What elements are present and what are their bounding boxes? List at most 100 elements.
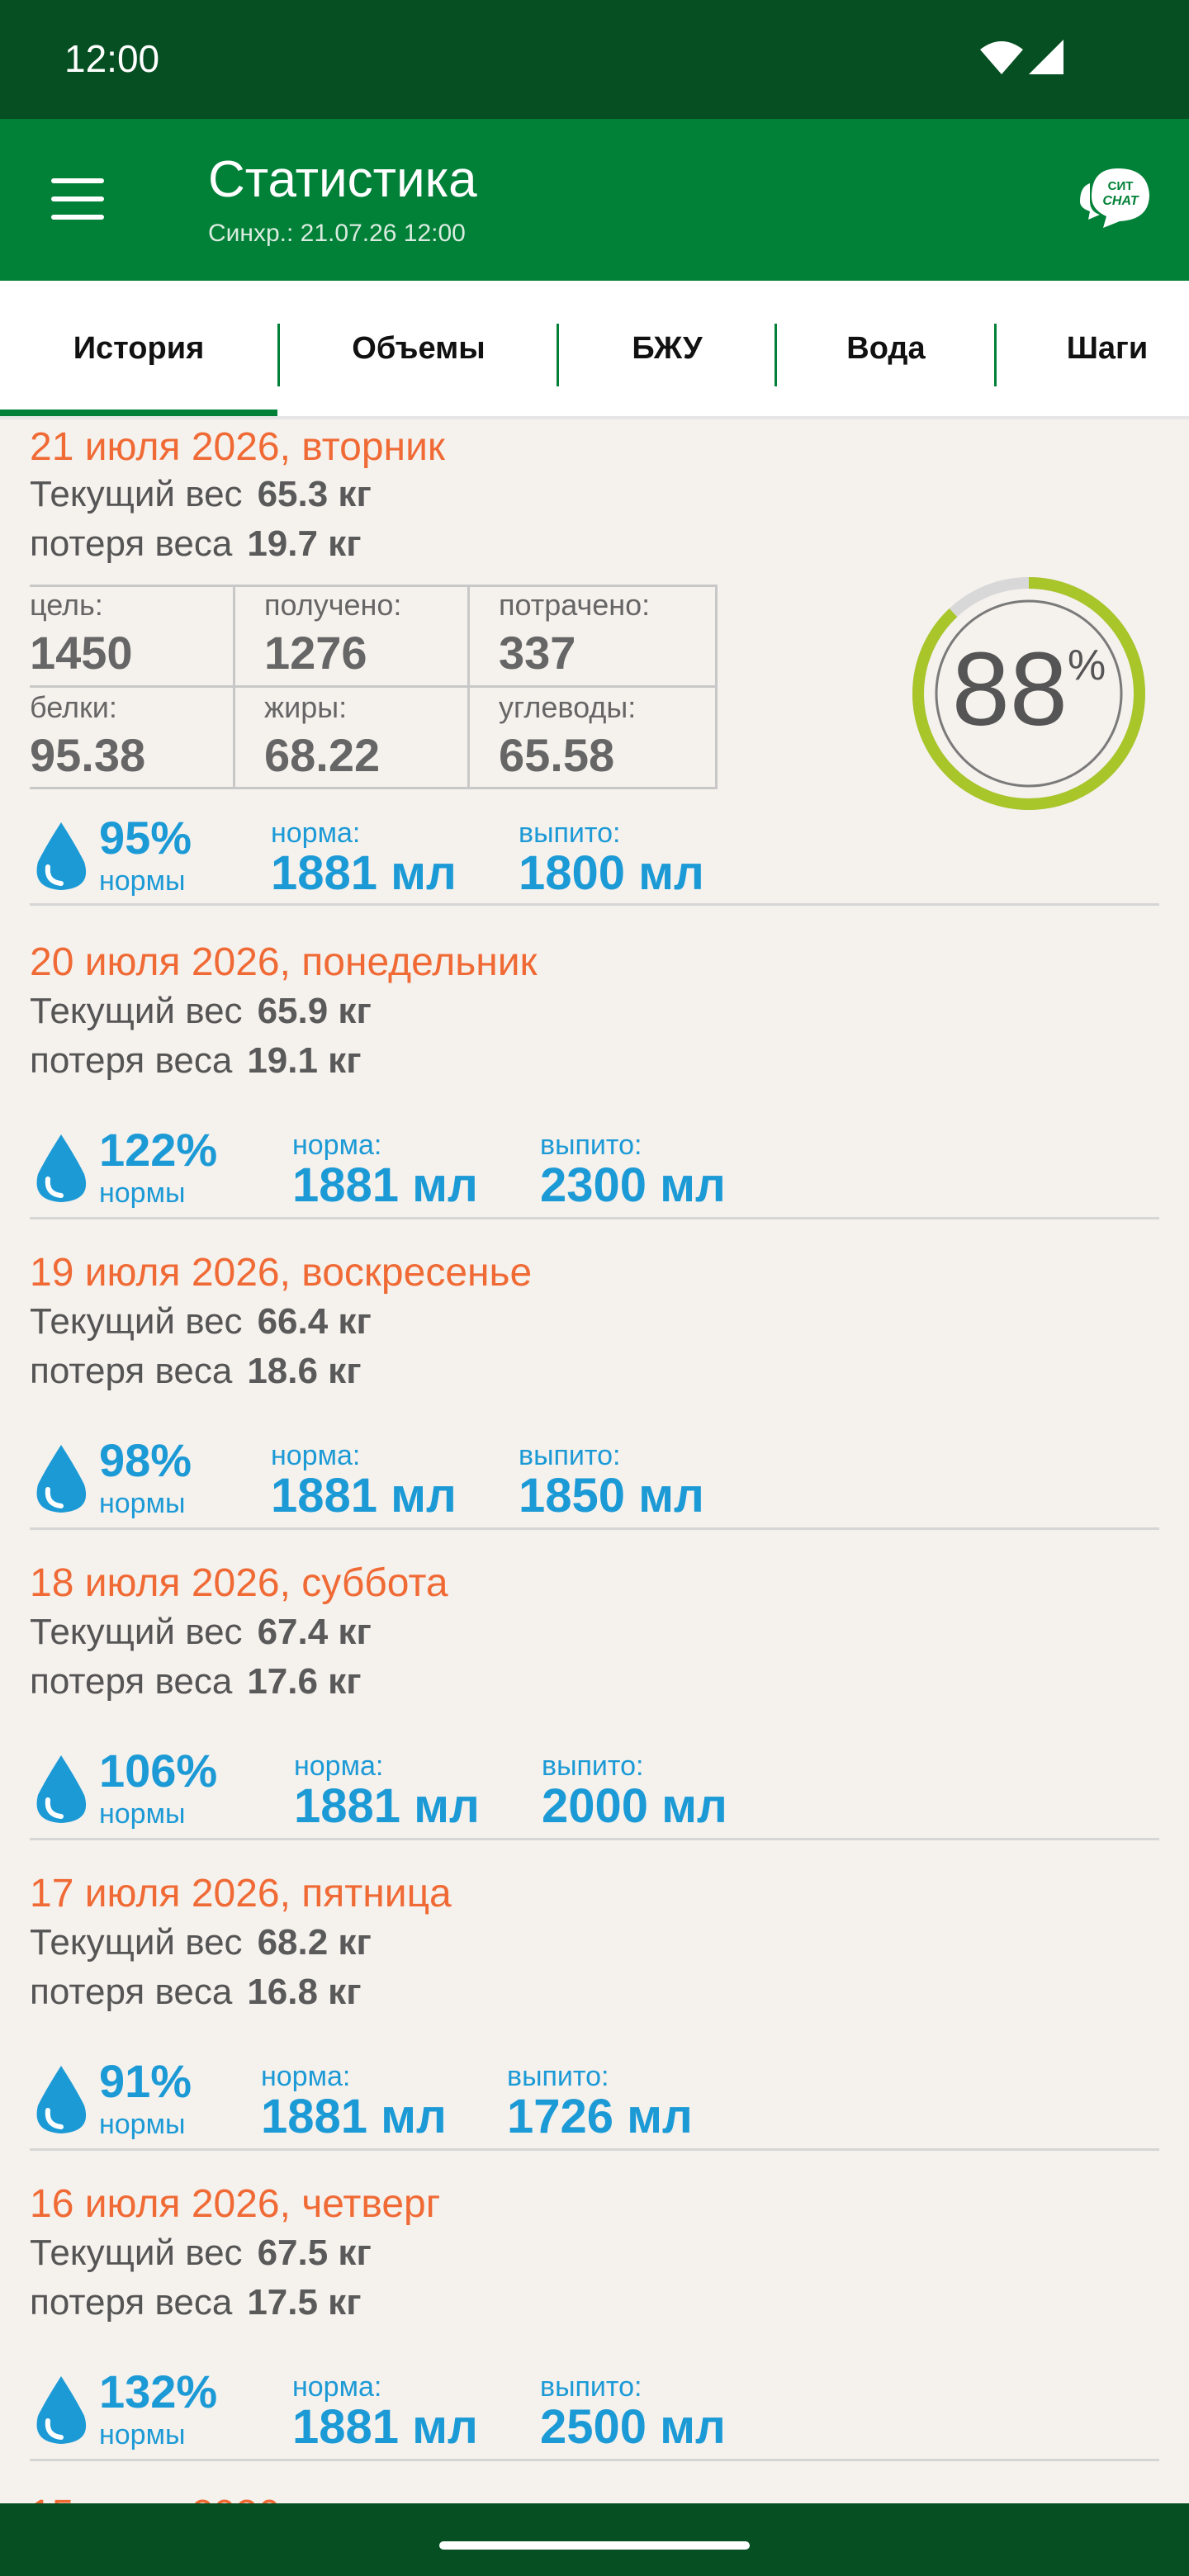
app-bar: Статистика Синхр.: 21.07.26 12:00 СИТ CH… — [0, 119, 1189, 281]
water-summary: 106% нормы норма: 1881 мл выпито: 2000 м… — [30, 1744, 1159, 1835]
drunk-value: 2000 мл — [542, 1779, 727, 1833]
weight-loss-row: потеря веса 19.7 кг — [30, 523, 362, 565]
tab-bar: История Объемы БЖУ Вода Шаги — [0, 281, 1189, 419]
entry-date: 15 июля 2026 — [30, 2492, 280, 2503]
system-navigation-bar — [0, 2503, 1189, 2576]
water-drop-icon — [36, 1445, 87, 1513]
tab-history[interactable]: История — [0, 281, 277, 416]
water-norm-text: нормы — [99, 2419, 186, 2451]
weight-loss-row: потеря веса 18.6 кг — [30, 1351, 362, 1392]
entry-divider — [30, 2459, 1159, 2461]
status-time: 12:00 — [64, 37, 160, 80]
drunk-value: 2300 мл — [540, 1158, 726, 1212]
calorie-percent: 88% — [908, 629, 1149, 749]
water-norm-text: нормы — [99, 1177, 186, 1209]
norm-value: 1881 мл — [292, 1158, 478, 1212]
carbs-value: 65.58 — [499, 729, 615, 781]
weight-loss-row: потеря веса 16.8 кг — [30, 1972, 362, 2013]
water-percent: 95% — [99, 812, 192, 864]
drunk-value: 1726 мл — [507, 2090, 693, 2143]
weight-loss-value: 16.8 кг — [247, 1972, 362, 2012]
history-entry[interactable]: 19 июля 2026, воскресенье Текущий вес 66.… — [0, 1250, 1189, 1557]
water-summary: 91% нормы норма: 1881 мл выпито: 1726 мл — [30, 2054, 1159, 2145]
weight-loss-row: потеря веса 19.1 кг — [30, 1040, 362, 1082]
drunk-value: 1800 мл — [519, 846, 704, 900]
svg-text:СИТ: СИТ — [1108, 179, 1134, 193]
weight-loss-label: потеря веса — [30, 1661, 233, 1702]
current-weight-value: 67.5 кг — [257, 2233, 372, 2273]
entry-date: 18 июля 2026, суббота — [30, 1561, 448, 1605]
current-weight-label: Текущий вес — [30, 2233, 243, 2273]
entry-divider — [30, 2148, 1159, 2151]
signal-icon — [1029, 40, 1063, 74]
weight-loss-row: потеря веса 17.5 кг — [30, 2282, 362, 2323]
current-weight-label: Текущий вес — [30, 474, 243, 514]
water-drop-icon — [36, 1134, 87, 1202]
weight-loss-value: 19.1 кг — [247, 1040, 362, 1081]
nutrition-stats-grid: цель: 1450 получено: 1276 потрачено: 337… — [30, 585, 718, 789]
water-drop-icon — [36, 2376, 87, 2444]
tab-water[interactable]: Вода — [778, 281, 994, 416]
history-entry[interactable]: 15 июля 2026 — [0, 2492, 1189, 2503]
tab-volumes[interactable]: Объемы — [281, 281, 557, 416]
entry-date: 19 июля 2026, воскресенье — [30, 1251, 533, 1295]
current-weight-label: Текущий вес — [30, 1922, 243, 1963]
tab-separator — [775, 324, 777, 386]
history-list[interactable]: 21 июля 2026, вторник Текущий вес 65.3 кг… — [0, 419, 1189, 2503]
hamburger-menu-icon[interactable] — [51, 178, 111, 221]
entry-date: 17 июля 2026, пятница — [30, 1872, 452, 1915]
protein-label: белки: — [30, 690, 117, 724]
current-weight-value: 65.9 кг — [257, 991, 372, 1031]
protein-cell: белки: 95.38 — [30, 687, 263, 788]
water-summary: 95% нормы норма: 1881 мл выпито: 1800 мл — [30, 811, 1159, 902]
current-weight-label: Текущий вес — [30, 1301, 243, 1342]
current-weight-row: Текущий вес 67.4 кг — [30, 1612, 372, 1653]
drunk-value: 1850 мл — [519, 1469, 704, 1522]
weight-loss-value: 18.6 кг — [247, 1351, 362, 1391]
current-weight-row: Текущий вес 68.2 кг — [30, 1922, 372, 1963]
entry-date: 21 июля 2026, вторник — [30, 425, 445, 469]
water-norm-text: нормы — [99, 865, 186, 897]
tab-separator — [557, 324, 559, 386]
tab-steps[interactable]: Шаги — [997, 281, 1189, 416]
water-percent: 91% — [99, 2055, 192, 2107]
eat-chat-icon[interactable]: СИТ CHAT — [1078, 165, 1158, 231]
current-weight-value: 68.2 кг — [257, 1922, 372, 1963]
tab-bju[interactable]: БЖУ — [560, 281, 775, 416]
norm-value: 1881 мл — [271, 1469, 457, 1522]
weight-loss-label: потеря веса — [30, 2282, 233, 2323]
history-entry[interactable]: 21 июля 2026, вторник Текущий вес 65.3 кг… — [0, 419, 1189, 908]
entry-divider — [30, 903, 1159, 906]
goal-label: цель: — [30, 588, 103, 622]
history-entry[interactable]: 20 июля 2026, понедельник Текущий вес 65.… — [0, 940, 1189, 1247]
water-percent: 132% — [99, 2365, 218, 2417]
history-entry[interactable]: 17 июля 2026, пятница Текущий вес 68.2 кг… — [0, 1871, 1189, 2178]
home-gesture-handle[interactable] — [439, 2541, 750, 2550]
water-norm-text: нормы — [99, 1488, 186, 1519]
water-summary: 98% нормы норма: 1881 мл выпито: 1850 мл — [30, 1433, 1159, 1524]
current-weight-row: Текущий вес 67.5 кг — [30, 2233, 372, 2274]
percent-sign: % — [1067, 642, 1106, 689]
spent-cell: потрачено: 337 — [499, 585, 732, 685]
current-weight-value: 65.3 кг — [257, 474, 372, 514]
history-entry[interactable]: 18 июля 2026, суббота Текущий вес 67.4 кг… — [0, 1560, 1189, 1868]
water-drop-icon — [36, 2066, 87, 2133]
tab-separator — [994, 324, 997, 386]
fat-cell: жиры: 68.22 — [264, 687, 497, 788]
goal-cell: цель: 1450 — [30, 585, 263, 685]
current-weight-label: Текущий вес — [30, 1612, 243, 1652]
wifi-icon — [980, 41, 1023, 74]
current-weight-label: Текущий вес — [30, 991, 243, 1031]
norm-value: 1881 мл — [261, 2090, 447, 2143]
current-weight-value: 67.4 кг — [257, 1612, 372, 1652]
history-entry[interactable]: 16 июля 2026, четверг Текущий вес 67.5 кг… — [0, 2181, 1189, 2488]
water-percent: 106% — [99, 1745, 218, 1797]
entry-divider — [30, 1527, 1159, 1530]
received-label: получено: — [264, 588, 402, 622]
received-cell: получено: 1276 — [264, 585, 497, 685]
current-weight-value: 66.4 кг — [257, 1301, 372, 1342]
norm-value: 1881 мл — [292, 2400, 478, 2454]
weight-loss-value: 19.7 кг — [247, 523, 362, 564]
fat-value: 68.22 — [264, 729, 381, 781]
entry-divider — [30, 1217, 1159, 1219]
